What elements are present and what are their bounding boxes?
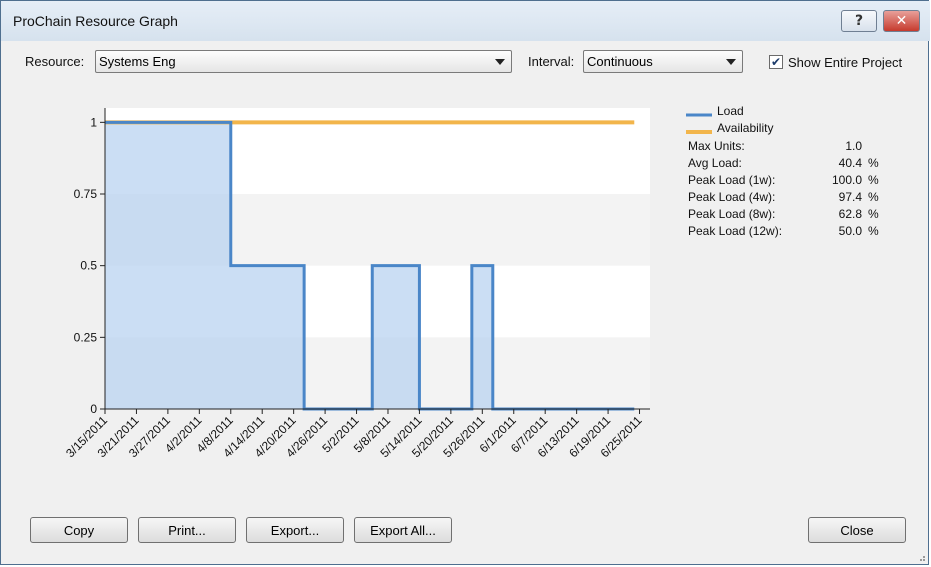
stat-label: Avg Load: — [688, 156, 742, 170]
checkmark-icon: ✔ — [770, 55, 782, 69]
close-button[interactable]: Close — [808, 517, 906, 543]
load-legend-swatch — [686, 113, 712, 117]
chevron-down-icon — [495, 59, 505, 65]
resource-graph-window: ProChain Resource Graph ? ✕ Resource: Sy… — [0, 0, 930, 565]
stat-unit: % — [868, 190, 879, 204]
resize-grip-icon[interactable] — [917, 553, 925, 561]
stat-unit: % — [868, 173, 879, 187]
chevron-down-icon — [726, 59, 736, 65]
interval-label: Interval: — [528, 54, 575, 69]
stat-label: Peak Load (8w): — [688, 207, 776, 221]
stat-label: Peak Load (1w): — [688, 173, 776, 187]
export-all-button[interactable]: Export All... — [354, 517, 452, 543]
stat-unit: % — [868, 224, 879, 238]
title-bar[interactable]: ProChain Resource Graph ? ✕ — [1, 1, 930, 41]
stat-unit: % — [868, 156, 879, 170]
legend-availability-label: Availability — [717, 121, 774, 135]
close-icon: ✕ — [895, 13, 908, 29]
stat-label: Peak Load (4w): — [688, 190, 776, 204]
y-tick-label: 0.5 — [80, 259, 97, 273]
availability-legend-swatch — [686, 130, 712, 134]
stat-value: 40.4 — [838, 156, 862, 170]
stat-value: 62.8 — [838, 207, 862, 221]
resource-dropdown-value: Systems Eng — [99, 54, 176, 69]
y-tick-label: 0.25 — [74, 330, 98, 344]
resource-label: Resource: — [25, 54, 85, 69]
copy-button[interactable]: Copy — [30, 517, 128, 543]
show-entire-project-label[interactable]: Show Entire Project — [788, 55, 902, 70]
help-button[interactable]: ? — [841, 10, 877, 32]
resource-dropdown[interactable]: Systems Eng — [95, 50, 512, 73]
stat-value: 100.0 — [831, 173, 862, 187]
stat-label: Max Units: — [688, 139, 745, 153]
export-button[interactable]: Export... — [246, 517, 344, 543]
stat-value: 50.0 — [838, 224, 862, 238]
window-title: ProChain Resource Graph — [13, 13, 178, 29]
interval-dropdown[interactable]: Continuous — [583, 50, 743, 73]
question-mark-icon: ? — [854, 13, 864, 29]
y-tick-label: 1 — [90, 115, 97, 129]
interval-dropdown-value: Continuous — [587, 54, 653, 69]
stat-unit: % — [868, 207, 879, 221]
window-close-button[interactable]: ✕ — [883, 10, 920, 32]
y-tick-label: 0 — [90, 402, 97, 416]
resource-load-chart: 00.250.50.7513/15/20113/21/20113/27/2011… — [63, 108, 650, 460]
y-tick-label: 0.75 — [74, 187, 98, 201]
show-entire-project-checkbox[interactable]: ✔ — [769, 55, 783, 69]
stat-label: Peak Load (12w): — [688, 224, 783, 238]
dialog-body: Resource: Systems Eng Interval: Continuo… — [10, 41, 921, 559]
legend-load-label: Load — [717, 104, 744, 118]
stat-value: 97.4 — [838, 190, 862, 204]
print-button[interactable]: Print... — [138, 517, 236, 543]
stat-value: 1.0 — [845, 139, 862, 153]
